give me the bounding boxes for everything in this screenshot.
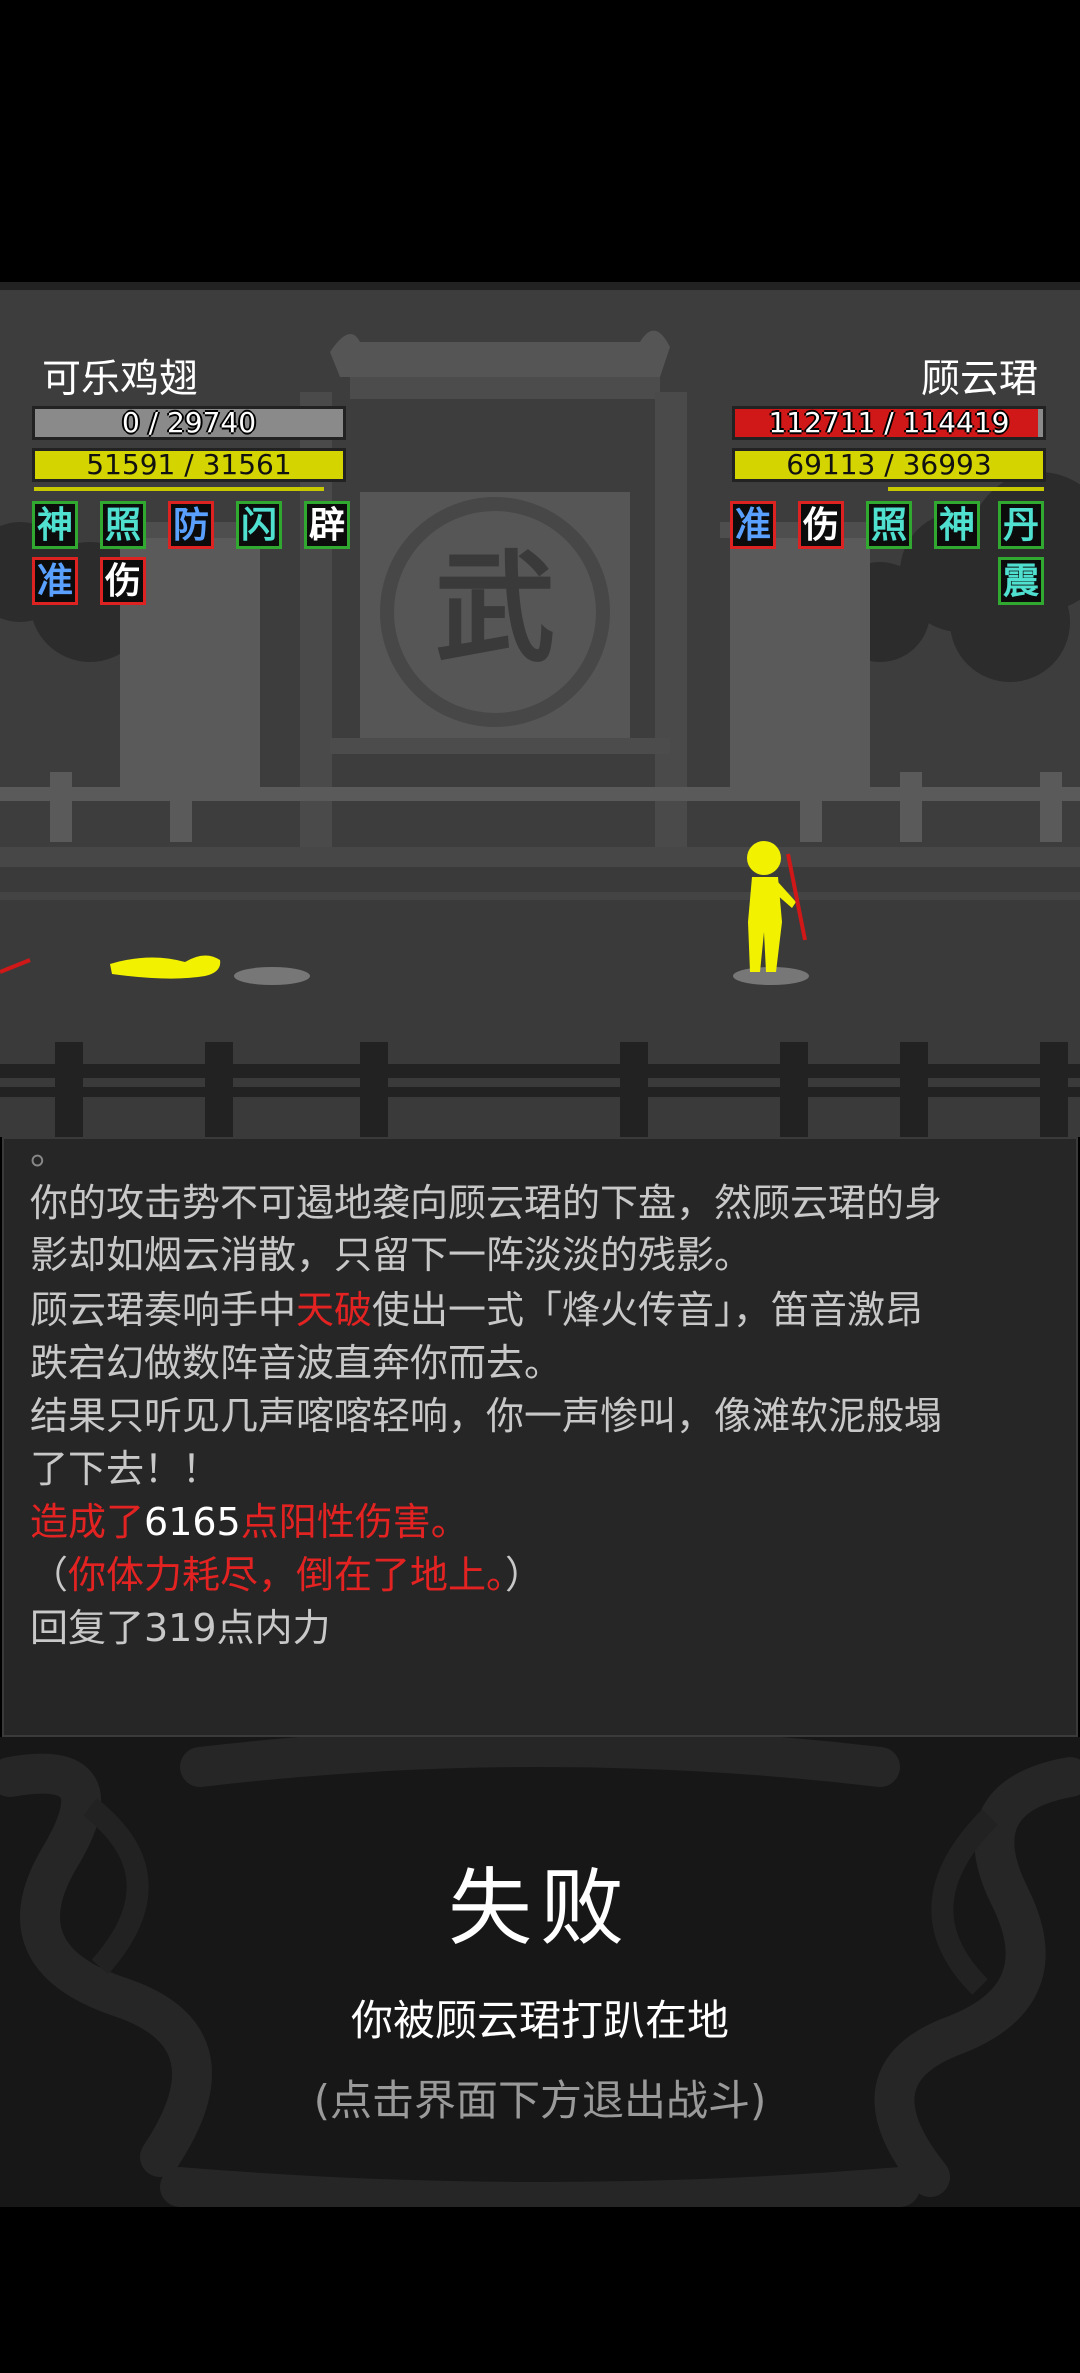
- log-line: 了下去！！: [30, 1447, 221, 1491]
- log-line: 影却如烟云消散，只留下一阵淡淡的残影。: [30, 1233, 753, 1277]
- enemy-exp-bar: [888, 487, 1044, 491]
- log-text: 顾云珺奏响手中: [30, 1288, 297, 1332]
- ink-background: [0, 1737, 1080, 2207]
- log-line-damage: 造成了6165点阳性伤害。: [30, 1496, 469, 1548]
- log-line: 结果只听见几声喀喀轻响，你一声惨叫，像滩软泥般塌: [30, 1394, 943, 1438]
- player-exp-bar: [34, 487, 324, 491]
- log-line: 跌宕幻做数阵音波直奔你而去。: [30, 1341, 563, 1385]
- damage-value: 6165: [144, 1500, 241, 1544]
- player-hp-text: 0 / 29740: [121, 406, 257, 439]
- log-text: ）: [505, 1553, 544, 1597]
- log-text: 造成了: [30, 1500, 145, 1544]
- battle-log[interactable]: 。 你的攻击势不可遏地袭向顾云珺的下盘，然顾云珺的身 影却如烟云消散，只留下一阵…: [2, 1137, 1078, 1737]
- enemy-hp-text: 112711 / 114419: [768, 406, 1010, 439]
- log-text: 使出一式「烽火传音」，笛音激昂: [372, 1288, 924, 1332]
- player-buff-pi: 辟: [304, 501, 350, 549]
- player-mp-text: 51591 / 31561: [86, 448, 292, 481]
- player-name: 可乐鸡翅: [42, 357, 199, 402]
- gate-emblem: 武: [435, 538, 555, 679]
- log-text: （: [30, 1553, 69, 1597]
- log-line: 回复了319点内力: [30, 1606, 331, 1650]
- log-line: 你的攻击势不可遏地袭向顾云珺的下盘，然顾云珺的身: [30, 1181, 943, 1225]
- log-text: 点阳性伤害。: [240, 1500, 469, 1544]
- enemy-mp-bar: 69113 / 36993: [732, 448, 1046, 482]
- result-title: 失败: [447, 1859, 632, 1957]
- enemy-name: 顾云珺: [920, 357, 1038, 402]
- player-buff-shan: 闪: [236, 501, 282, 549]
- result-panel[interactable]: 失败 你被顾云珺打趴在地 (点击界面下方退出战斗): [0, 1737, 1080, 2207]
- enemy-buff-zhen: 震: [998, 557, 1044, 605]
- player-buff-zhao: 照: [100, 501, 146, 549]
- enemy-buff-zhun: 准: [730, 501, 776, 549]
- exit-battle-hint[interactable]: (点击界面下方退出战斗): [0, 2067, 1080, 2128]
- player-mp-bar: 51591 / 31561: [32, 448, 346, 482]
- player-buff-fang: 防: [168, 501, 214, 549]
- player-hp-bar: 0 / 29740: [32, 406, 346, 440]
- log-line-cut: 。: [30, 1137, 69, 1173]
- enemy-hp-bar: 112711 / 114419: [732, 406, 1046, 440]
- enemy-buff-zhao: 照: [866, 501, 912, 549]
- log-line-defeat: （你体力耗尽，倒在了地上。）: [30, 1549, 543, 1601]
- enemy-mp-text: 69113 / 36993: [786, 448, 992, 481]
- log-line: 顾云珺奏响手中天破使出一式「烽火传音」，笛音激昂: [30, 1284, 923, 1336]
- player-buff-shen: 神: [32, 501, 78, 549]
- weapon-name: 天破: [296, 1288, 373, 1332]
- player-buff-zhun: 准: [32, 557, 78, 605]
- enemy-buff-shang: 伤: [798, 501, 844, 549]
- result-subtitle: 你被顾云珺打趴在地: [350, 1996, 729, 2045]
- player-buff-shang: 伤: [100, 557, 146, 605]
- log-text: 你体力耗尽，倒在了地上。: [68, 1553, 506, 1597]
- enemy-buff-shen: 神: [934, 501, 980, 549]
- enemy-buff-dan: 丹: [998, 501, 1044, 549]
